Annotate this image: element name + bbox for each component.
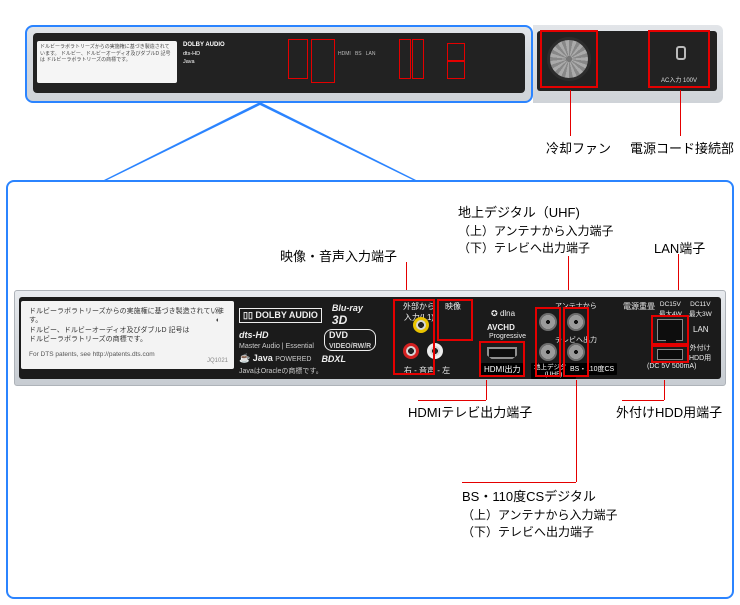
frame-lan xyxy=(651,315,689,345)
frame-video xyxy=(437,299,473,341)
ac-inlet: AC入力 100V xyxy=(648,30,710,88)
cert-marks: ㋟◐ xyxy=(208,307,228,326)
cooling-fan xyxy=(540,30,598,88)
frame-exthdd xyxy=(651,345,689,363)
label-psu: 電源重畳 xyxy=(623,301,655,312)
overview-logos: DOLBY AUDIO dts-HD Java xyxy=(183,41,283,67)
callout-av-input: 映像・音声入力端子 xyxy=(280,248,397,266)
overview-ports-hint: HDMI BS LAN xyxy=(338,51,376,57)
logo-column: ▯▯ DOLBY AUDIO Blu-ray3D dts-HDMaster Au… xyxy=(239,303,394,371)
frame-bs xyxy=(563,307,589,377)
label-ext-hdd-spec: (DC 5V 500mA) xyxy=(647,363,696,370)
ac-inlet-label: AC入力 100V xyxy=(650,75,708,84)
compliance-label: ドルビーラボラトリーズからの実施権に基づき製造されています。 ドルビー、ドルビー… xyxy=(21,301,234,369)
callout-terrestrial: 地上デジタル（UHF) （上）アンテナから入力端子 （下）テレビへ出力端子 xyxy=(458,204,614,257)
label-lan: LAN xyxy=(693,325,709,334)
callout-bs: BS・110度CSデジタル （上）アンテナから入力端子 （下）テレビへ出力端子 xyxy=(462,488,618,541)
dvd-logo: DVDVIDEO/RW/R xyxy=(324,329,376,351)
callout-exthdd: 外付けHDD用端子 xyxy=(616,404,722,422)
port-cluster: 外部から 入力(L1) 映像 右 - 音声 - 左 ✪ dlna AVCHD P… xyxy=(399,299,717,377)
label-avchd-sub: Progressive xyxy=(489,333,526,340)
callout-cooling-fan: 冷却ファン xyxy=(546,138,611,157)
label-dlna: ✪ dlna xyxy=(491,309,515,318)
frame-terr xyxy=(535,307,561,377)
overview-disclaimer: ドルビーラボラトリーズからの実施権に基づき製造されています。 ドルビー、ドルビー… xyxy=(37,41,177,83)
frame-hdmi xyxy=(479,341,525,377)
java-logo: ☕ Java POWERED xyxy=(239,353,311,364)
label-avchd: AVCHD xyxy=(487,323,515,332)
bluray3d-logo: Blu-ray3D xyxy=(332,303,363,327)
overview-panel: ドルビーラボラトリーズからの実施権に基づき製造されています。 ドルビー、ドルビー… xyxy=(25,25,533,103)
callout-ac: 電源コード接続部 xyxy=(630,138,734,157)
label-ext-hdd: 外付け HDD用 xyxy=(689,343,711,363)
label-psu-b: DC11V 最大3W xyxy=(689,301,712,318)
rear-panel: ドルビーラボラトリーズからの実施権に基づき製造されています。 ドルビー、ドルビー… xyxy=(14,290,726,386)
detail-panel: 映像・音声入力端子 地上デジタル（UHF) （上）アンテナから入力端子 （下）テ… xyxy=(6,180,734,599)
bdxl-logo: BDXL xyxy=(321,354,346,364)
frame-ext-in xyxy=(393,299,435,375)
callout-lan: LAN端子 xyxy=(654,240,705,258)
callout-hdmi: HDMIテレビ出力端子 xyxy=(408,404,532,422)
